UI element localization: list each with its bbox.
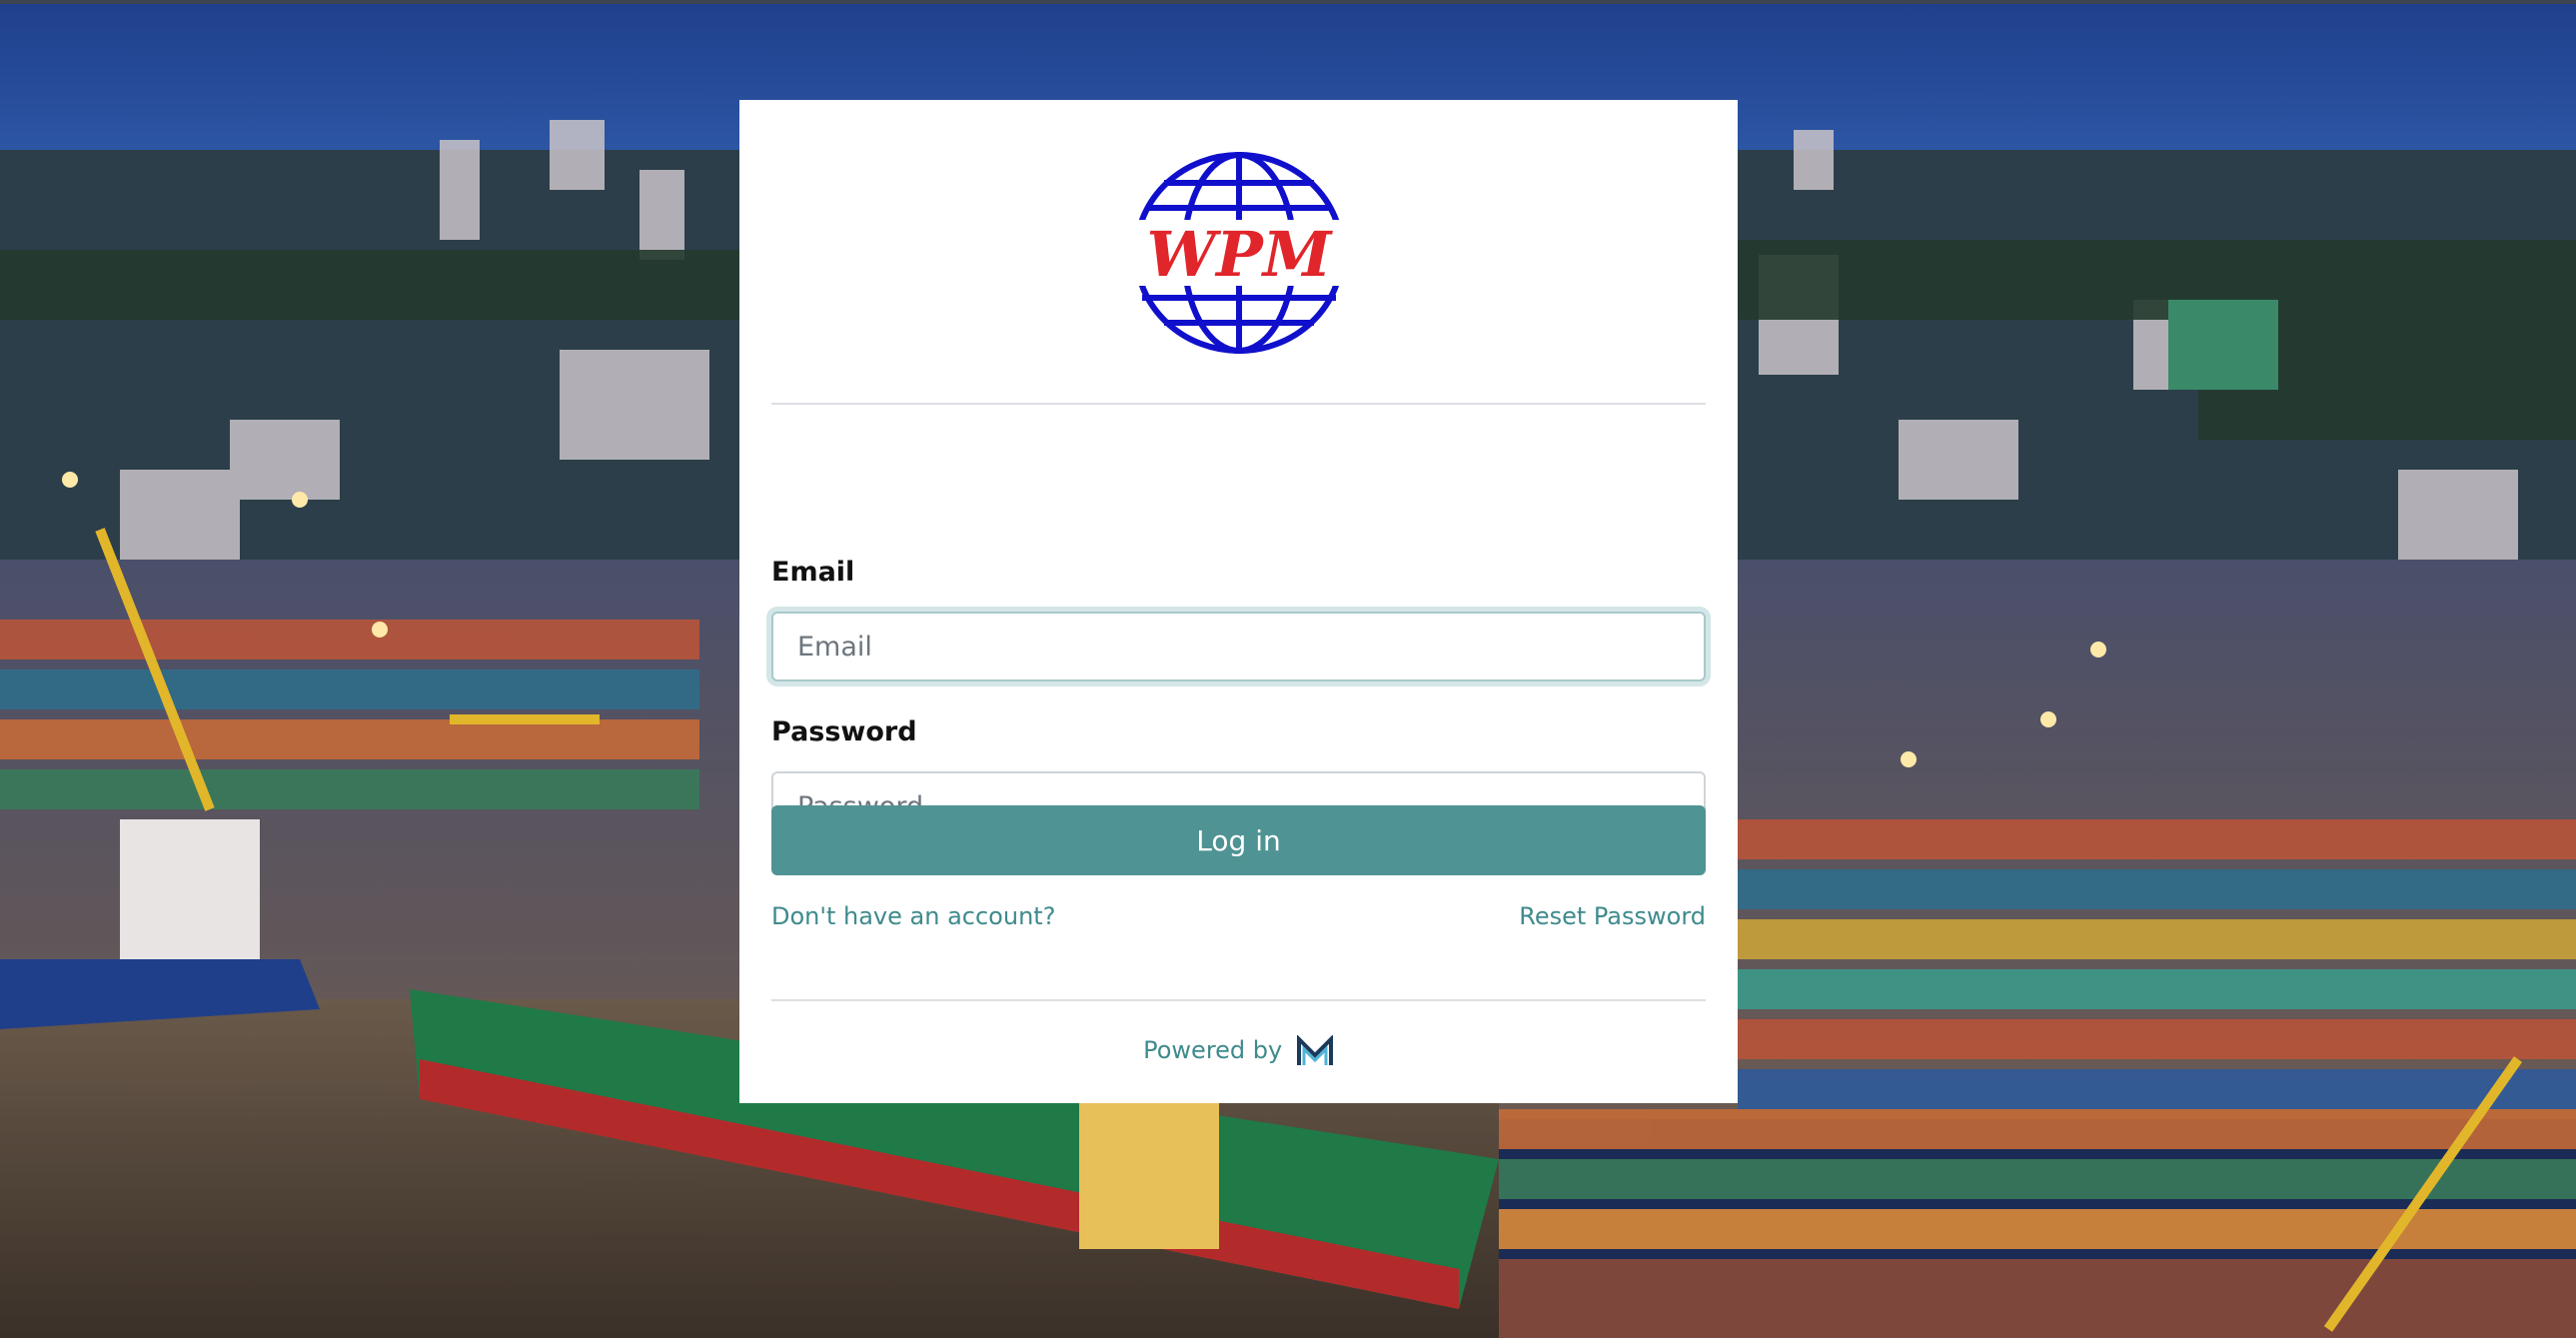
signup-link[interactable]: Don't have an account? bbox=[771, 902, 1055, 930]
window-top-border bbox=[0, 0, 2576, 4]
login-page: WPM Email Password Log in Don't have an … bbox=[0, 0, 2576, 1338]
powered-by-text: Powered by bbox=[1143, 1036, 1283, 1064]
wpm-globe-logo: WPM bbox=[1124, 152, 1354, 354]
logo-text: WPM bbox=[1147, 218, 1334, 291]
login-button[interactable]: Log in bbox=[771, 805, 1706, 875]
powered-by: Powered by bbox=[739, 1035, 1738, 1067]
header-divider bbox=[771, 403, 1706, 405]
m-brand-logo-icon[interactable] bbox=[1296, 1035, 1334, 1067]
reset-password-link[interactable]: Reset Password bbox=[1519, 902, 1706, 930]
email-field[interactable] bbox=[771, 612, 1706, 681]
login-card: WPM Email Password Log in Don't have an … bbox=[739, 100, 1738, 1103]
footer-divider bbox=[771, 999, 1706, 1001]
email-label: Email bbox=[771, 557, 855, 588]
password-label: Password bbox=[771, 716, 917, 747]
